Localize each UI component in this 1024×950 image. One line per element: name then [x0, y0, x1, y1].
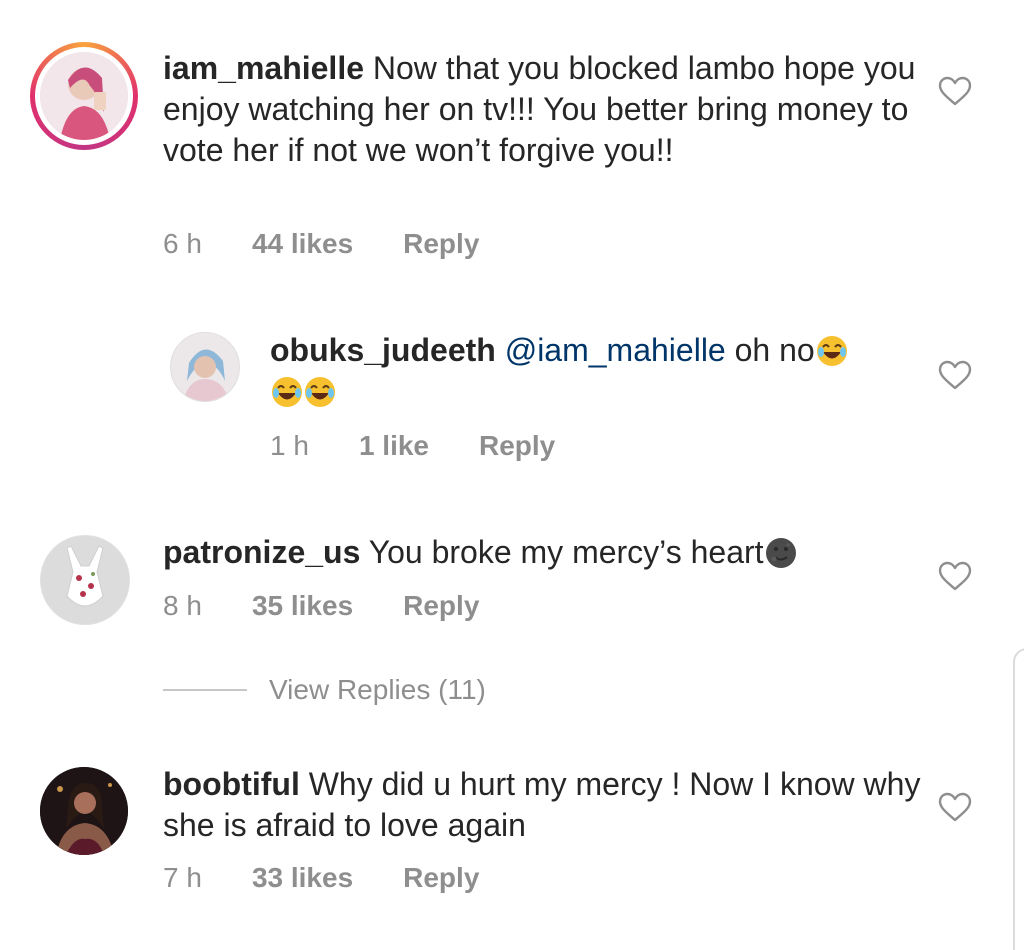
avatar-image — [41, 536, 129, 624]
heart-outline-icon[interactable] — [938, 360, 972, 390]
heart-outline-icon[interactable] — [938, 561, 972, 591]
avatar[interactable] — [40, 535, 130, 625]
username[interactable]: obuks_judeeth — [270, 332, 496, 368]
new-moon-face-emoji — [765, 538, 796, 568]
comment-text: patronize_us You broke my mercy’s heart — [163, 532, 923, 573]
joy-emoji — [816, 336, 847, 366]
username[interactable]: boobtiful — [163, 766, 300, 802]
reply-button[interactable]: Reply — [479, 430, 555, 462]
comment-text: boobtiful Why did u hurt my mercy ! Now … — [163, 764, 923, 846]
heart-outline-icon[interactable] — [938, 792, 972, 822]
reply-button[interactable]: Reply — [403, 228, 479, 260]
view-replies-label: View Replies (11) — [269, 674, 486, 705]
likes-count[interactable]: 33 likes — [252, 862, 353, 894]
comment-meta: 1 h 1 like Reply — [270, 430, 555, 462]
reply-button[interactable]: Reply — [403, 862, 479, 894]
likes-count[interactable]: 35 likes — [252, 590, 353, 622]
avatar-image — [40, 767, 128, 855]
edge-divider — [1013, 648, 1024, 950]
comment-body: oh no — [725, 332, 815, 368]
avatar-image — [40, 52, 128, 140]
comment-meta: 6 h 44 likes Reply — [163, 228, 479, 260]
comment-body: You broke my mercy’s heart — [360, 534, 764, 570]
reply-button[interactable]: Reply — [403, 590, 479, 622]
avatar[interactable] — [40, 767, 128, 855]
username[interactable]: iam_mahielle — [163, 50, 364, 86]
likes-count[interactable]: 1 like — [359, 430, 429, 462]
comment-text: iam_mahielle Now that you blocked lambo … — [163, 48, 923, 171]
timestamp[interactable]: 8 h — [163, 590, 202, 622]
comment-meta: 8 h 35 likes Reply — [163, 590, 479, 622]
comment-text: obuks_judeeth @iam_mahielle oh no — [270, 330, 910, 412]
mention-link[interactable]: @iam_mahielle — [505, 332, 726, 368]
view-replies-button[interactable]: View Replies (11) — [163, 674, 486, 706]
comment-meta: 7 h 33 likes Reply — [163, 862, 479, 894]
heart-outline-icon[interactable] — [938, 76, 972, 106]
timestamp[interactable]: 1 h — [270, 430, 309, 462]
avatar[interactable] — [170, 332, 240, 402]
divider-line — [163, 689, 247, 691]
joy-emoji — [272, 377, 302, 407]
avatar[interactable] — [40, 52, 128, 140]
joy-emoji — [305, 377, 335, 407]
timestamp[interactable]: 6 h — [163, 228, 202, 260]
username[interactable]: patronize_us — [163, 534, 360, 570]
likes-count[interactable]: 44 likes — [252, 228, 353, 260]
avatar-image — [171, 333, 239, 401]
timestamp[interactable]: 7 h — [163, 862, 202, 894]
